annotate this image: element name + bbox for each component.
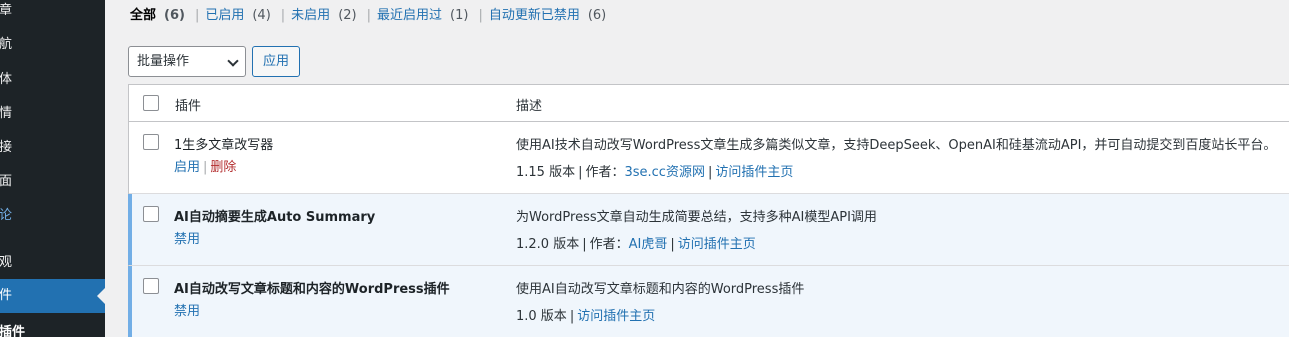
plugin-version: 1.15 版本 [516, 165, 576, 180]
chevron-down-icon [227, 55, 239, 67]
sidebar-item-label: 情 [0, 106, 13, 121]
filter-autoupdate-label: 自动更新已禁用 [488, 8, 580, 23]
author-link[interactable]: AI虎哥 [629, 237, 668, 252]
plugin-version: 1.0 版本 [516, 309, 567, 324]
plugin-meta: 1.15 版本 | 作者：3se.cc资源网 | 访问插件主页 [516, 161, 793, 180]
filter-inactive-count: (2) [338, 8, 357, 23]
activate-link[interactable]: 启用 [174, 160, 200, 175]
row-actions: 启用 | 删除 [174, 156, 236, 175]
filter-active-count: (4) [252, 8, 271, 23]
row-checkbox[interactable] [143, 278, 159, 294]
sidebar-item-label: 接 [0, 140, 13, 155]
sidebar-item-pages[interactable]: 面 [0, 165, 105, 199]
sidebar-item-label: 插件 [0, 325, 26, 337]
filter-autoupdate-count: (6) [587, 8, 607, 23]
bulk-actions-value: 批量操作 [137, 54, 190, 69]
plugin-meta: 1.0 版本 | 访问插件主页 [516, 305, 655, 324]
plugin-status-filters: 全部 (6) | 已启用 (4) | 未启用 (2) | 最近启用过 (1) | 自动更新已禁用 (6) [130, 4, 606, 23]
row-actions: 禁用 [174, 228, 200, 247]
filter-separator: | [478, 8, 483, 23]
plugin-description: 使用AI技术自动改写WordPress文章生成多篇类似文章，支持DeepSeek… [516, 138, 1277, 153]
meta-separator: | [582, 237, 587, 252]
sidebar-item-label: 观 [0, 255, 13, 270]
sidebar-item-media[interactable]: 体 [0, 63, 105, 97]
meta-separator: | [707, 165, 713, 180]
filter-separator: | [366, 8, 371, 23]
visit-plugin-site-link[interactable]: 访问插件主页 [678, 237, 756, 252]
sidebar-item-label: 论 [0, 208, 13, 223]
filter-recent-label: 最近启用过 [377, 8, 443, 23]
author-link[interactable]: 3se.cc资源网 [624, 165, 704, 180]
author-prefix: 作者： [585, 165, 625, 180]
filter-inactive[interactable]: 未启用 (2) [291, 8, 356, 23]
plugin-meta: 1.2.0 版本 | 作者：AI虎哥 | 访问插件主页 [516, 233, 756, 252]
select-all-checkbox[interactable] [143, 95, 159, 111]
visit-plugin-site-link[interactable]: 访问插件主页 [715, 165, 793, 180]
plugins-table: 插件 描述 1生多文章改写器 启用 | 删除 使用AI技术自动改写WordPress… [128, 84, 1289, 337]
deactivate-link[interactable]: 禁用 [174, 304, 200, 319]
filter-separator: | [194, 8, 200, 23]
plugin-description: 为WordPress文章自动生成简要总结，支持多种AI模型API调用 [516, 210, 877, 225]
sidebar-item-comments[interactable]: 论 [0, 199, 105, 233]
action-separator: | [203, 160, 208, 175]
meta-separator: | [670, 237, 675, 252]
column-header-description: 描述 [516, 99, 543, 114]
filter-all-count: (6) [164, 8, 185, 23]
filter-recent-count: (1) [450, 8, 469, 23]
plugin-title: AI自动改写文章标题和内容的WordPress插件 [174, 282, 450, 297]
row-checkbox[interactable] [143, 134, 159, 150]
filter-all[interactable]: 全部 (6) [130, 8, 185, 23]
sidebar-item-plugins[interactable]: 件 [0, 279, 105, 313]
visit-plugin-site-link[interactable]: 访问插件主页 [577, 309, 655, 324]
sidebar-item-links[interactable]: 接 [0, 131, 105, 165]
sidebar-item-label: 章 [0, 3, 13, 18]
row-actions: 禁用 [174, 300, 200, 319]
plugin-description: 使用AI自动改写文章标题和内容的WordPress插件 [516, 282, 805, 297]
sidebar-item-navigation[interactable]: 航 [0, 28, 105, 62]
sidebar-item-label: 面 [0, 174, 13, 189]
sidebar-item-label: 航 [0, 37, 13, 52]
column-header-plugin[interactable]: 插件 [175, 95, 201, 114]
sidebar-item-label: 体 [0, 72, 13, 87]
sidebar-item-info[interactable]: 情 [0, 97, 105, 131]
sidebar-item-appearance[interactable]: 观 [0, 246, 105, 280]
meta-separator: | [569, 309, 575, 324]
filter-recently-active[interactable]: 最近启用过 (1) [377, 8, 468, 23]
author-prefix: 作者： [589, 237, 629, 252]
filter-active[interactable]: 已启用 (4) [205, 8, 270, 23]
admin-sidebar: 章 航 体 情 接 面 论 观 件 插件 [0, 0, 105, 337]
table-row: 1生多文章改写器 启用 | 删除 使用AI技术自动改写WordPress文章生成多篇… [129, 122, 1289, 194]
sidebar-subitem-installed-plugins[interactable]: 插件 [0, 316, 105, 337]
filter-active-label: 已启用 [205, 8, 245, 23]
plugin-version: 1.2.0 版本 [516, 237, 580, 252]
plugin-title: AI自动摘要生成Auto Summary [174, 210, 376, 225]
bulk-actions-select[interactable]: 批量操作 [128, 46, 246, 77]
apply-button[interactable]: 应用 [252, 46, 300, 77]
meta-separator: | [578, 165, 583, 180]
filter-auto-update-disabled[interactable]: 自动更新已禁用 (6) [489, 8, 606, 23]
filter-separator: | [280, 8, 286, 23]
delete-link[interactable]: 删除 [210, 160, 236, 175]
deactivate-link[interactable]: 禁用 [174, 232, 200, 247]
filter-inactive-label: 未启用 [291, 8, 331, 23]
table-row: AI自动摘要生成Auto Summary 禁用 为WordPress文章自动生成… [128, 194, 1289, 266]
sidebar-item-label: 件 [0, 288, 13, 303]
sidebar-item-posts[interactable]: 章 [0, 0, 105, 28]
table-row: AI自动改写文章标题和内容的WordPress插件 禁用 使用AI自动改写文章标… [128, 266, 1289, 337]
plugin-title: 1生多文章改写器 [174, 138, 274, 153]
table-header: 插件 描述 [129, 85, 1289, 122]
filter-all-label: 全部 [130, 8, 157, 23]
row-checkbox[interactable] [143, 206, 159, 222]
